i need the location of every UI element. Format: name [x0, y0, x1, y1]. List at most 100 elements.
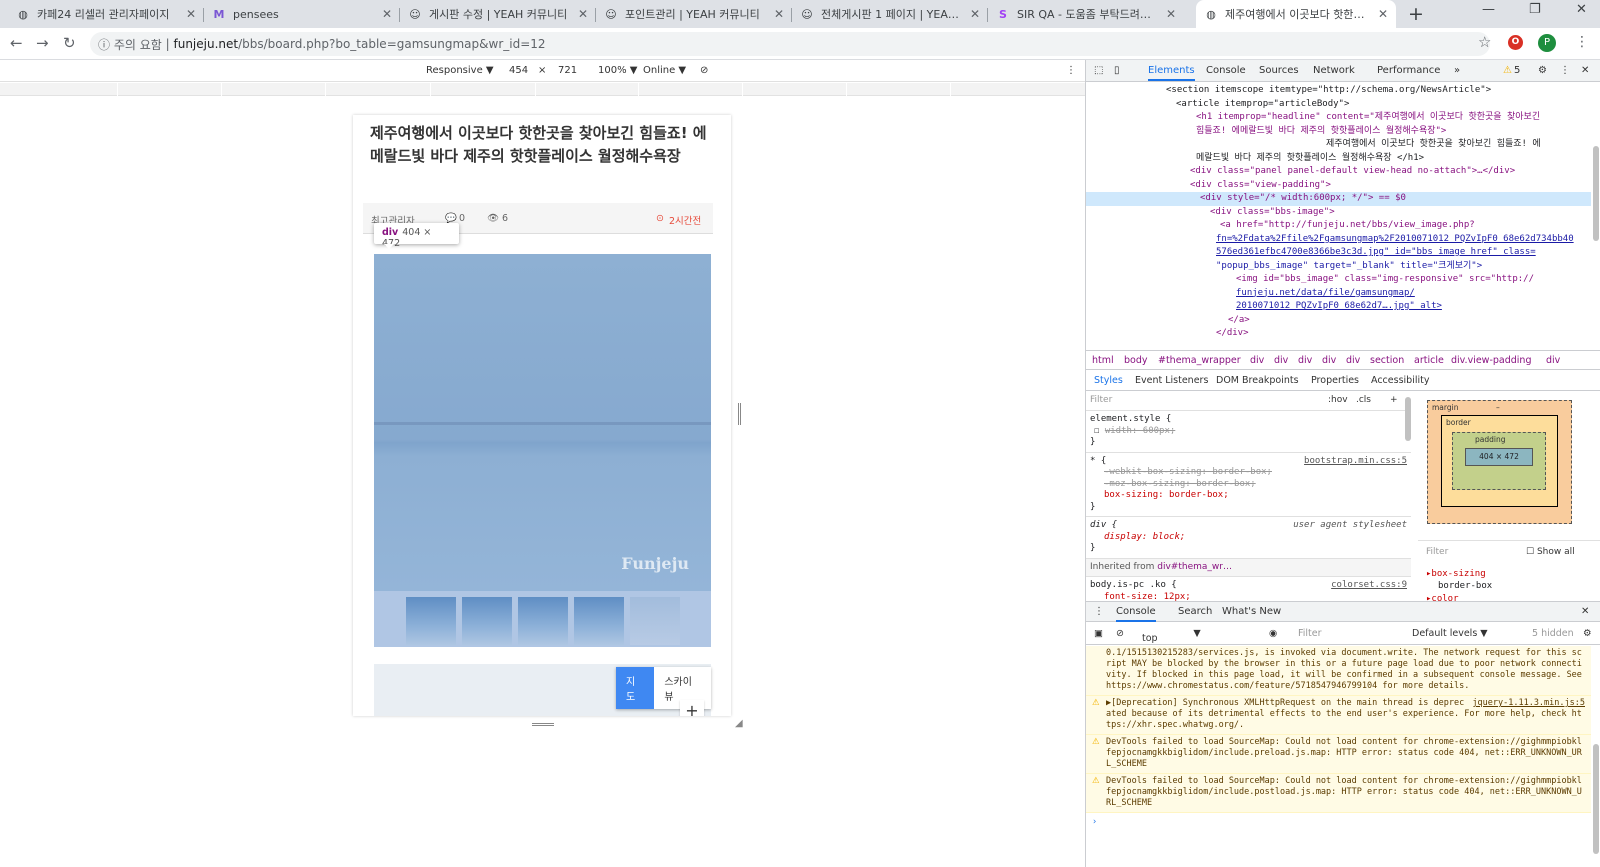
breadcrumb-item[interactable]: div: [1274, 355, 1288, 366]
log-levels-select[interactable]: Default levels ▼: [1412, 628, 1488, 639]
breadcrumb-item[interactable]: div: [1546, 355, 1560, 366]
reload-icon[interactable]: ↻: [63, 34, 76, 52]
thumbnail[interactable]: [405, 597, 456, 645]
back-icon[interactable]: ←: [10, 34, 23, 52]
drawer-tab-search[interactable]: Search: [1178, 606, 1212, 617]
rule-source-link[interactable]: bootstrap.min.css:5: [1304, 456, 1407, 468]
breadcrumb-item[interactable]: body: [1124, 355, 1148, 366]
new-tab-button[interactable]: +: [1408, 3, 1424, 25]
info-icon[interactable]: ⓘ: [98, 36, 114, 53]
styles-filter-input[interactable]: Filter :hov .cls +: [1086, 392, 1411, 411]
forward-icon[interactable]: →: [36, 34, 49, 52]
close-devtools-icon[interactable]: ✕: [1581, 65, 1589, 76]
close-tab-icon[interactable]: ✕: [1166, 7, 1176, 21]
dom-node[interactable]: <h1 itemprop="headline" content="제주여행에서 …: [1086, 111, 1591, 125]
rule-source-link[interactable]: colorset.css:9: [1331, 580, 1407, 592]
dom-node[interactable]: <div class="panel panel-default view-hea…: [1086, 165, 1591, 179]
window-close-icon[interactable]: ✕: [1576, 2, 1587, 17]
browser-tab-active[interactable]: ◍ 제주여행에서 이곳보다 핫한곳을 ✕: [1196, 0, 1396, 28]
browser-tab[interactable]: ☺전체게시판 1 페이지 | YEAH 커뮤✕: [792, 0, 988, 28]
close-tab-icon[interactable]: ✕: [970, 7, 980, 21]
menu-icon[interactable]: ⋮: [1575, 34, 1589, 50]
cls-toggle[interactable]: .cls: [1356, 395, 1371, 407]
tab-styles[interactable]: Styles: [1094, 375, 1123, 386]
warning-count[interactable]: 5: [1514, 65, 1520, 76]
devtools-menu-icon[interactable]: ⋮: [1560, 65, 1570, 76]
clear-console-icon[interactable]: ⊘: [1116, 628, 1124, 639]
browser-tab[interactable]: ◍ 카페24 리셀러 관리자페이지 ✕: [8, 0, 204, 28]
eye-icon[interactable]: ◉: [1269, 628, 1277, 639]
tab-performance[interactable]: Performance: [1377, 65, 1440, 76]
zoom-in-button[interactable]: +: [680, 700, 704, 716]
dom-node[interactable]: <section itemscope itemtype="http://sche…: [1086, 84, 1591, 98]
show-all-checkbox[interactable]: ☐ Show all: [1526, 547, 1575, 557]
tab-accessibility[interactable]: Accessibility: [1371, 375, 1429, 386]
settings-gear-icon[interactable]: ⚙: [1538, 65, 1547, 76]
dom-link[interactable]: 2010071012_PQZvIpF0_68e62d7….jpg" alt>: [1086, 300, 1591, 314]
sidebar-toggle-icon[interactable]: ▣: [1094, 628, 1103, 639]
viewport-resize-handle[interactable]: [738, 403, 741, 425]
dom-node[interactable]: <img id="bbs_image" class="img-responsiv…: [1086, 273, 1591, 287]
breadcrumb-item[interactable]: div: [1250, 355, 1264, 366]
more-tabs-icon[interactable]: »: [1454, 65, 1460, 76]
width-input[interactable]: 454: [509, 65, 528, 76]
dom-link[interactable]: funjeju.net/data/file/gamsungmap/: [1086, 287, 1591, 301]
close-tab-icon[interactable]: ✕: [578, 7, 588, 21]
tab-dom-breakpoints[interactable]: DOM Breakpoints: [1216, 375, 1299, 386]
breadcrumb-item[interactable]: div: [1346, 355, 1360, 366]
dom-node-selected[interactable]: <div style="/* width:600px; */"> == $0: [1086, 192, 1591, 206]
close-tab-icon[interactable]: ✕: [774, 7, 784, 21]
device-mode-select[interactable]: Responsive ▼: [426, 65, 494, 76]
zoom-select[interactable]: 100% ▼: [598, 65, 637, 76]
breadcrumb-item[interactable]: #thema_wrapper: [1158, 355, 1241, 366]
message-source-link[interactable]: jquery-1.11.3.min.js:5: [1472, 698, 1585, 709]
close-tab-icon[interactable]: ✕: [1378, 7, 1388, 21]
console-settings-gear-icon[interactable]: ⚙: [1583, 628, 1592, 639]
close-tab-icon[interactable]: ✕: [382, 7, 392, 21]
height-input[interactable]: 721: [558, 65, 577, 76]
close-tab-icon[interactable]: ✕: [186, 7, 196, 21]
avatar[interactable]: P: [1538, 34, 1556, 52]
computed-prop[interactable]: ▸box-sizing: [1426, 569, 1486, 579]
box-model-content[interactable]: 404 × 472: [1465, 448, 1533, 466]
thumbnail[interactable]: [517, 597, 568, 645]
dom-node[interactable]: <div class="bbs-image">: [1086, 206, 1591, 220]
browser-tab[interactable]: Mpensees ✕: [204, 0, 400, 28]
viewport-bottom-handle[interactable]: [532, 723, 554, 726]
tab-elements[interactable]: Elements: [1148, 65, 1195, 81]
console-scrollbar[interactable]: [1593, 744, 1599, 854]
dom-link[interactable]: 576ed361efbc4700e8366be3c3d.jpg" id="bbs…: [1086, 246, 1591, 260]
drawer-tab-whats-new[interactable]: What's New: [1222, 606, 1281, 617]
drawer-menu-icon[interactable]: ⋮: [1094, 606, 1104, 617]
tab-event-listeners[interactable]: Event Listeners: [1135, 375, 1208, 386]
dom-scrollbar[interactable]: [1593, 146, 1599, 241]
article-image[interactable]: Funjeju: [374, 254, 711, 591]
styles-scrollbar[interactable]: [1405, 397, 1411, 441]
close-drawer-icon[interactable]: ✕: [1581, 606, 1589, 617]
dom-link[interactable]: fn=%2Fdata%2Ffile%2Fgamsungmap%2F2010071…: [1086, 233, 1591, 247]
media-query-ruler[interactable]: [0, 83, 1085, 96]
rule-checkbox[interactable]: ☐: [1094, 426, 1105, 436]
browser-tab[interactable]: S SIR QA - 도움좀 부탁드려요 TT ✕: [988, 0, 1184, 28]
extension-icon[interactable]: O: [1508, 35, 1523, 50]
network-select[interactable]: Online ▼: [643, 65, 686, 76]
thumbnail[interactable]: [573, 597, 624, 645]
dom-node[interactable]: <article itemprop="articleBody">: [1086, 98, 1591, 112]
map-embed[interactable]: 지도 스카이뷰 +: [374, 664, 711, 716]
map-type-map-button[interactable]: 지도: [616, 667, 655, 709]
dom-node[interactable]: <a href="http://funjeju.net/bbs/view_ima…: [1086, 219, 1591, 233]
new-rule-button[interactable]: +: [1390, 395, 1398, 407]
browser-tab[interactable]: ☺ 게시판 수정 | YEAH 커뮤니티 ✕: [400, 0, 596, 28]
dom-node[interactable]: <div class="view-padding">: [1086, 179, 1591, 193]
bookmark-star-icon[interactable]: ☆: [1478, 33, 1491, 51]
url-field[interactable]: ⓘ 주의 요함 | funjeju.net /bbs/board.php?bo_…: [90, 32, 1490, 56]
inspect-icon[interactable]: ⬚: [1094, 65, 1103, 76]
console-prompt[interactable]: ›: [1086, 813, 1591, 832]
thumbnail[interactable]: [629, 597, 680, 645]
tab-network[interactable]: Network: [1313, 65, 1355, 76]
breadcrumb-item[interactable]: article: [1414, 355, 1444, 366]
breadcrumb-item[interactable]: html: [1092, 355, 1114, 366]
rotate-icon[interactable]: ⊘: [700, 65, 708, 76]
minimize-icon[interactable]: —: [1482, 2, 1495, 17]
breadcrumb-item[interactable]: div: [1322, 355, 1336, 366]
